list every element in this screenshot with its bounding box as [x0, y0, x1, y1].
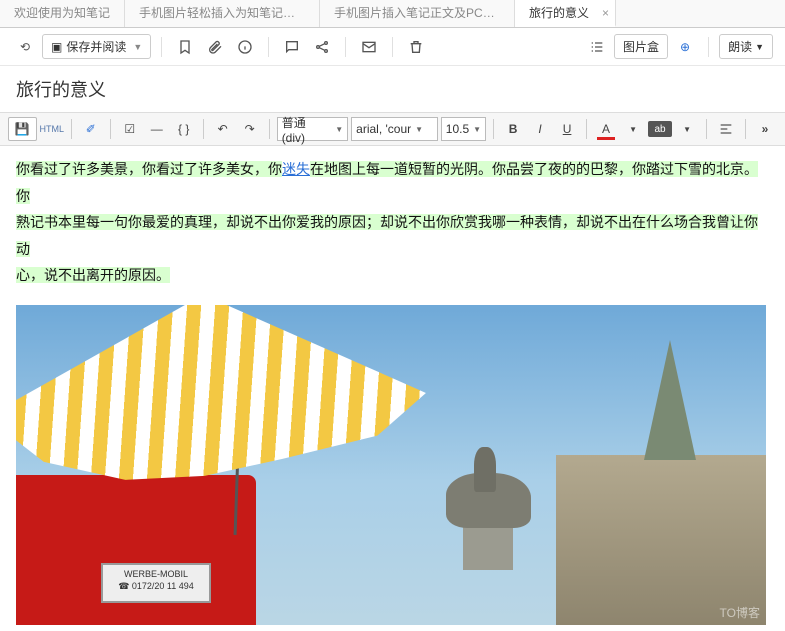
hr-button[interactable]: —	[145, 117, 169, 141]
imagebox-button[interactable]: 图片盒	[614, 34, 668, 59]
body-line1a: 你看过了许多美景，你看过了许多美女，你	[16, 161, 282, 177]
highlight-color-drop[interactable]: ▼	[675, 117, 699, 141]
read-aloud-button[interactable]: 朗读▼	[719, 34, 773, 59]
tab-travel[interactable]: 旅行的意义×	[515, 0, 616, 27]
clear-format-button[interactable]: ✐	[79, 117, 103, 141]
close-icon[interactable]: ×	[602, 0, 609, 27]
editor-toolbar: 💾 HTML ✐ ☑ — { } ↶ ↷ 普通 (div)▼ arial, 'c…	[0, 112, 785, 146]
watermark: TO博客	[720, 604, 760, 621]
save-icon-button[interactable]: 💾	[8, 117, 37, 141]
html-source-button[interactable]: HTML	[40, 117, 64, 141]
font-family-select[interactable]: arial, 'cour▼	[351, 117, 438, 141]
body-line3: 心，说不出离开的原因。	[16, 267, 170, 283]
share-button[interactable]	[309, 34, 335, 60]
redo-button[interactable]: ↷	[238, 117, 262, 141]
attachment-button[interactable]	[202, 34, 228, 60]
bus-plate: WERBE-MOBIL☎ 0172/20 11 494	[101, 563, 211, 603]
statue-shape	[441, 440, 536, 570]
tab-phone1[interactable]: 手机图片轻松插入为知笔记电脑...	[125, 0, 320, 27]
code-button[interactable]: { }	[172, 117, 196, 141]
list-view-button[interactable]	[584, 34, 610, 60]
info-button[interactable]	[232, 34, 258, 60]
save-icon: ▣	[51, 40, 62, 54]
underline-button[interactable]: U	[555, 117, 579, 141]
note-title[interactable]: 旅行的意义	[0, 66, 785, 112]
delete-button[interactable]	[403, 34, 429, 60]
checkbox-button[interactable]: ☑	[118, 117, 142, 141]
note-body[interactable]: 你看过了许多美景，你看过了许多美女，你迷失在地图上每一道短暂的光阴。你品尝了夜的…	[0, 146, 785, 299]
note-image[interactable]: WERBE-MOBIL☎ 0172/20 11 494 TO博客	[16, 305, 766, 625]
tab-bar: 欢迎使用为知笔记 手机图片轻松插入为知笔记电脑... 手机图片插入笔记正文及PC…	[0, 0, 785, 28]
tab-welcome[interactable]: 欢迎使用为知笔记	[0, 0, 125, 27]
bookmark-button[interactable]	[172, 34, 198, 60]
back-button[interactable]: ⟲	[12, 34, 38, 60]
font-color-button[interactable]: A	[594, 117, 618, 141]
font-color-drop[interactable]: ▼	[621, 117, 645, 141]
font-size-select[interactable]: 10.5▼	[441, 117, 486, 141]
body-line2: 熟记书本里每一句你最爱的真理，却说不出你爱我的原因；却说不出你欣赏我哪一种表情，…	[16, 214, 758, 257]
body-link-lost[interactable]: 迷失	[282, 161, 310, 177]
zoom-button[interactable]: ⊕	[672, 34, 698, 60]
highlight-color-button[interactable]: ab	[648, 121, 672, 137]
main-toolbar: ⟲ ▣ 保存并阅读▼ 图片盒 ⊕ 朗读▼	[0, 28, 785, 66]
bold-button[interactable]: B	[501, 117, 525, 141]
tab-phone2[interactable]: 手机图片插入笔记正文及PC平...	[320, 0, 515, 27]
align-button[interactable]	[714, 117, 738, 141]
comment-button[interactable]	[279, 34, 305, 60]
italic-button[interactable]: I	[528, 117, 552, 141]
building-shape	[556, 455, 766, 625]
paragraph-format-select[interactable]: 普通 (div)▼	[277, 117, 348, 141]
email-button[interactable]	[356, 34, 382, 60]
umbrella-shape	[16, 305, 436, 537]
more-tools-button[interactable]: »	[753, 117, 777, 141]
save-and-read-button[interactable]: ▣ 保存并阅读▼	[42, 34, 151, 59]
undo-button[interactable]: ↶	[211, 117, 235, 141]
note-image-wrap: WERBE-MOBIL☎ 0172/20 11 494 TO博客	[0, 299, 785, 631]
spire-shape	[644, 340, 696, 460]
